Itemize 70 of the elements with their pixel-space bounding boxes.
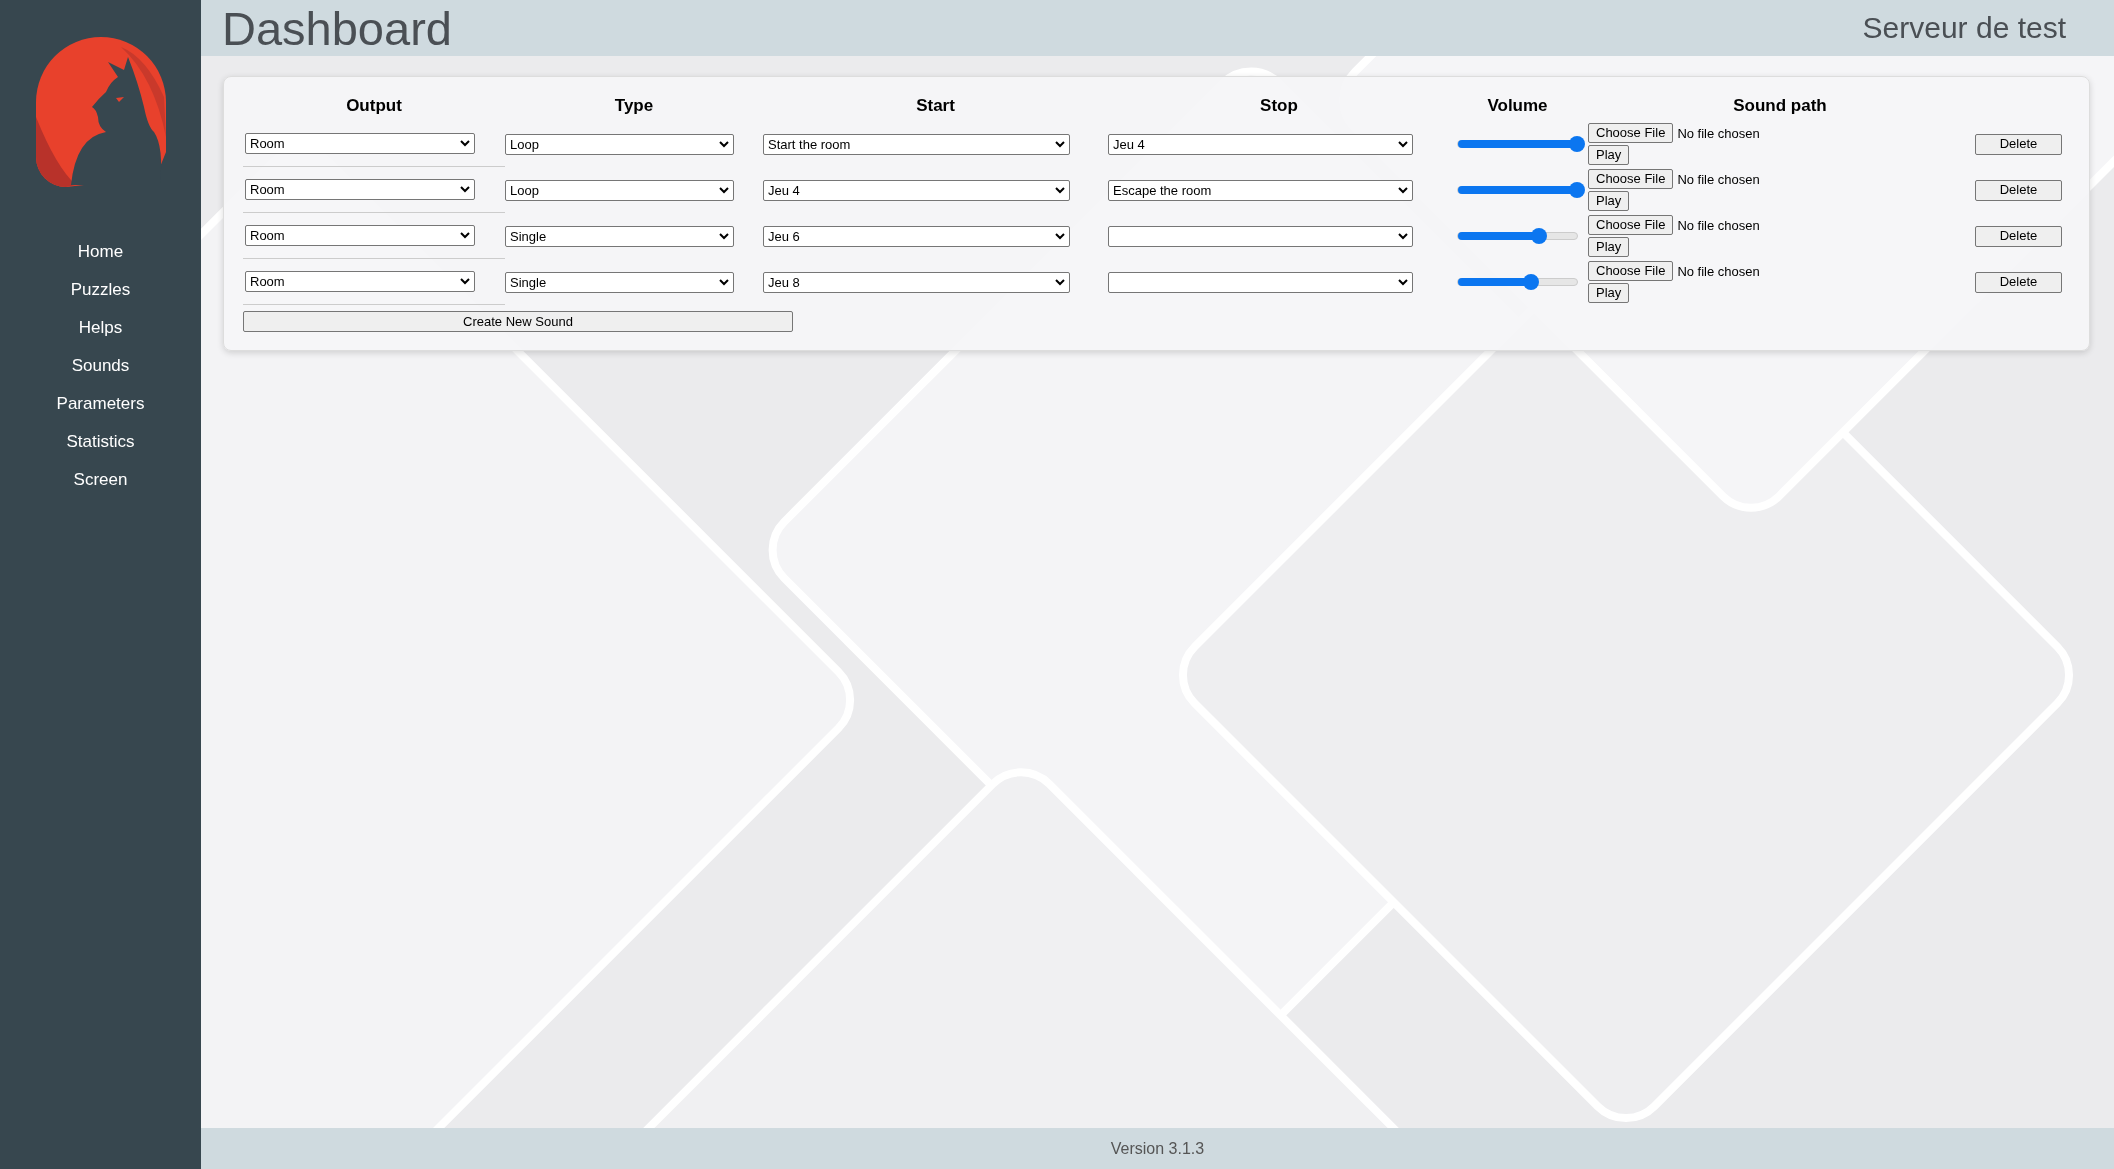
caret-icon	[1055, 140, 1065, 148]
choose-file-button[interactable]: Choose File	[1588, 261, 1674, 281]
file-status: No file chosen	[1677, 263, 1760, 279]
type-dropdown[interactable]: Single	[505, 225, 734, 247]
delete-button[interactable]: Delete	[1975, 179, 2062, 201]
sidebar-link[interactable]: Sounds	[71, 353, 130, 378]
column-header: Start	[915, 95, 956, 117]
column-header: Type	[613, 95, 655, 117]
play-button[interactable]: Play	[1588, 237, 1630, 257]
type-dropdown[interactable]: Loop	[505, 179, 734, 201]
version-label: Version 3.1.3	[1110, 1139, 1205, 1158]
sidebar-link[interactable]: Screen	[73, 467, 128, 492]
play-button[interactable]: Play	[1588, 145, 1630, 165]
file-status: No file chosen	[1677, 125, 1760, 141]
caret-icon	[719, 278, 729, 286]
sidebar-link[interactable]: Home	[77, 239, 124, 264]
stop-dropdown[interactable]: Jeu 4	[1108, 133, 1413, 155]
output-dropdown[interactable]: Room	[245, 133, 475, 154]
start-dropdown[interactable]: Jeu 8	[763, 271, 1070, 293]
file-status: No file chosen	[1677, 171, 1760, 187]
caret-icon	[1398, 232, 1408, 240]
column-header: Stop	[1259, 95, 1299, 117]
output-dropdown[interactable]: Room	[245, 179, 475, 200]
output-dropdown[interactable]: Room	[245, 225, 475, 246]
caret-icon	[460, 140, 470, 147]
caret-icon	[1055, 186, 1065, 194]
caret-icon	[1055, 232, 1065, 240]
choose-file-button[interactable]: Choose File	[1588, 123, 1674, 143]
slider-thumb[interactable]	[1569, 182, 1585, 198]
sidebar-link[interactable]: Puzzles	[70, 277, 131, 302]
cat-logo-icon	[35, 37, 166, 187]
start-dropdown[interactable]: Start the room	[763, 133, 1070, 155]
caret-icon	[719, 186, 729, 194]
start-dropdown[interactable]: Jeu 6	[763, 225, 1070, 247]
type-dropdown[interactable]: Loop	[505, 133, 734, 155]
play-button[interactable]: Play	[1588, 191, 1630, 211]
column-header: Volume	[1486, 95, 1549, 117]
caret-icon	[460, 186, 470, 193]
stop-dropdown[interactable]: Escape the room	[1108, 179, 1413, 201]
delete-button[interactable]: Delete	[1975, 225, 2062, 247]
choose-file-button[interactable]: Choose File	[1588, 215, 1674, 235]
sidebar-link[interactable]: Parameters	[56, 391, 145, 416]
delete-button[interactable]: Delete	[1975, 271, 2062, 293]
output-dropdown[interactable]: Room	[245, 271, 475, 292]
caret-icon	[719, 232, 729, 240]
caret-icon	[1055, 278, 1065, 286]
caret-icon	[719, 140, 729, 148]
slider-thumb[interactable]	[1522, 274, 1539, 290]
caret-icon	[460, 278, 470, 285]
page-title: Dashboard	[222, 0, 452, 56]
column-header: Sound path	[1732, 95, 1828, 117]
choose-file-button[interactable]: Choose File	[1588, 169, 1674, 189]
caret-icon	[460, 232, 470, 239]
create-sound-button[interactable]: Create New Sound	[243, 311, 793, 332]
caret-icon	[1398, 186, 1408, 194]
server-name: Serveur de test	[1862, 11, 2066, 45]
stop-dropdown[interactable]	[1108, 225, 1413, 247]
sidebar-link[interactable]: Statistics	[66, 429, 135, 454]
type-dropdown[interactable]: Single	[505, 271, 734, 293]
slider-thumb[interactable]	[1569, 136, 1585, 152]
delete-button[interactable]: Delete	[1975, 133, 2062, 155]
start-dropdown[interactable]: Jeu 4	[763, 179, 1070, 201]
slider-thumb[interactable]	[1530, 228, 1547, 244]
column-header: Output	[345, 95, 403, 117]
caret-icon	[1398, 140, 1408, 148]
caret-icon	[1398, 278, 1408, 286]
file-status: No file chosen	[1677, 217, 1760, 233]
sidebar-link[interactable]: Helps	[78, 315, 123, 340]
play-button[interactable]: Play	[1588, 283, 1630, 303]
stop-dropdown[interactable]	[1108, 271, 1413, 293]
